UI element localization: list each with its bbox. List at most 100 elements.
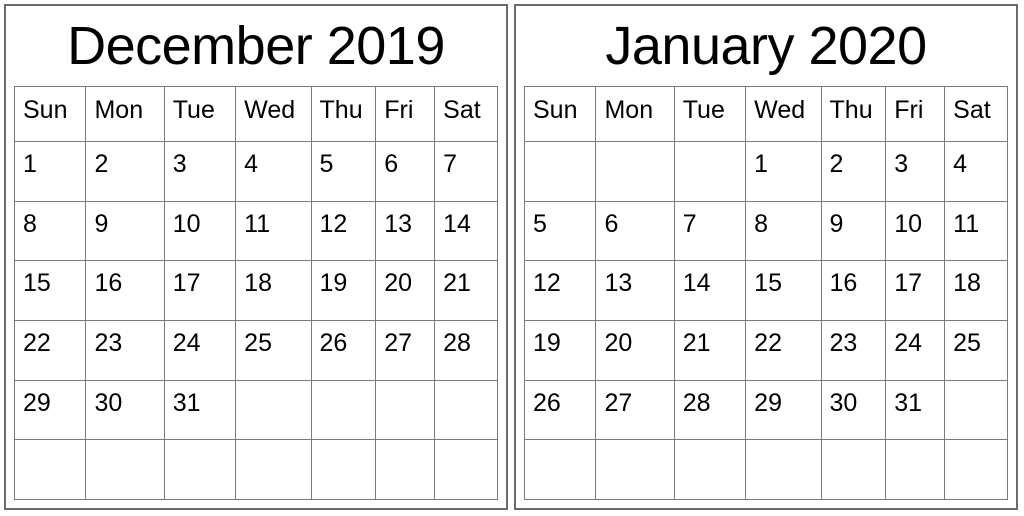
day-cell-empty[interactable] — [673, 439, 747, 500]
day-cell[interactable]: 20 — [375, 260, 436, 321]
weekday-header-sun: Sun — [13, 86, 87, 142]
day-cell[interactable]: 11 — [235, 200, 312, 262]
day-cell[interactable]: 10 — [885, 200, 946, 262]
day-cell[interactable]: 16 — [85, 260, 165, 321]
day-cell-empty[interactable] — [820, 439, 887, 500]
day-cell-empty[interactable] — [595, 439, 675, 500]
day-cell-empty[interactable] — [434, 379, 498, 441]
day-cell[interactable]: 23 — [820, 319, 887, 381]
weekday-header-fri: Fri — [375, 86, 436, 142]
day-cell[interactable]: 4 — [944, 141, 1008, 202]
day-cell[interactable]: 30 — [820, 379, 887, 441]
week-row — [523, 439, 1008, 500]
day-cell[interactable]: 22 — [13, 319, 87, 381]
day-cell[interactable]: 12 — [310, 200, 377, 262]
day-cell[interactable]: 8 — [745, 200, 822, 262]
calendar-grid-december: Sun Mon Tue Wed Thu Fri Sat 1 2 3 4 5 6 … — [13, 86, 498, 500]
day-cell[interactable]: 17 — [163, 260, 237, 321]
day-cell[interactable]: 29 — [13, 379, 87, 441]
day-cell-empty[interactable] — [310, 379, 377, 441]
day-cell[interactable]: 8 — [13, 200, 87, 262]
day-cell-empty[interactable] — [944, 439, 1008, 500]
day-cell[interactable]: 1 — [13, 141, 87, 202]
day-cell[interactable]: 12 — [523, 260, 597, 321]
day-cell[interactable]: 1 — [745, 141, 822, 202]
day-cell-empty[interactable] — [235, 379, 312, 441]
day-cell[interactable]: 6 — [595, 200, 675, 262]
weekday-header-tue: Tue — [163, 86, 237, 142]
day-cell[interactable]: 27 — [595, 379, 675, 441]
day-cell[interactable]: 28 — [434, 319, 498, 381]
day-cell[interactable]: 21 — [673, 319, 747, 381]
day-cell[interactable]: 14 — [673, 260, 747, 321]
calendar-page: December 2019 Sun Mon Tue Wed Thu Fri Sa… — [0, 0, 1024, 516]
day-cell[interactable]: 15 — [13, 260, 87, 321]
day-cell[interactable]: 22 — [745, 319, 822, 381]
day-cell[interactable]: 24 — [885, 319, 946, 381]
week-row: 29 30 31 — [13, 379, 498, 441]
day-cell[interactable]: 27 — [375, 319, 436, 381]
day-cell[interactable]: 4 — [235, 141, 312, 202]
day-cell[interactable]: 2 — [85, 141, 165, 202]
day-cell[interactable]: 20 — [595, 319, 675, 381]
day-cell[interactable]: 25 — [944, 319, 1008, 381]
day-cell[interactable]: 11 — [944, 200, 1008, 262]
day-cell[interactable]: 5 — [310, 141, 377, 202]
day-cell[interactable]: 7 — [673, 200, 747, 262]
day-cell-empty[interactable] — [523, 439, 597, 500]
day-cell[interactable]: 3 — [885, 141, 946, 202]
week-row: 5 6 7 8 9 10 11 — [523, 200, 1008, 262]
day-cell[interactable]: 2 — [820, 141, 887, 202]
day-cell[interactable]: 23 — [85, 319, 165, 381]
day-cell[interactable]: 3 — [163, 141, 237, 202]
day-cell[interactable]: 31 — [163, 379, 237, 441]
day-cell[interactable]: 30 — [85, 379, 165, 441]
day-cell[interactable]: 6 — [375, 141, 436, 202]
weekday-header-thu: Thu — [310, 86, 377, 142]
day-cell[interactable]: 26 — [523, 379, 597, 441]
day-cell[interactable]: 9 — [85, 200, 165, 262]
day-cell-empty[interactable] — [310, 439, 377, 500]
day-cell-empty[interactable] — [944, 379, 1008, 441]
day-cell[interactable]: 13 — [375, 200, 436, 262]
weekday-header-sat: Sat — [944, 86, 1008, 142]
day-cell-empty[interactable] — [85, 439, 165, 500]
weekday-header-wed: Wed — [235, 86, 312, 142]
day-cell-empty[interactable] — [673, 141, 747, 202]
day-cell-empty[interactable] — [745, 439, 822, 500]
day-cell[interactable]: 29 — [745, 379, 822, 441]
day-cell[interactable]: 13 — [595, 260, 675, 321]
calendar-grid-wrapper-january: Sun Mon Tue Wed Thu Fri Sat 1 2 3 4 5 6 … — [516, 86, 1016, 508]
day-cell[interactable]: 24 — [163, 319, 237, 381]
day-cell[interactable]: 21 — [434, 260, 498, 321]
day-cell[interactable]: 17 — [885, 260, 946, 321]
weekday-header-sun: Sun — [523, 86, 597, 142]
day-cell[interactable]: 19 — [310, 260, 377, 321]
day-cell-empty[interactable] — [235, 439, 312, 500]
day-cell[interactable]: 15 — [745, 260, 822, 321]
day-cell-empty[interactable] — [523, 141, 597, 202]
day-cell[interactable]: 18 — [235, 260, 312, 321]
day-cell[interactable]: 7 — [434, 141, 498, 202]
day-cell[interactable]: 28 — [673, 379, 747, 441]
day-cell[interactable]: 9 — [820, 200, 887, 262]
day-cell[interactable]: 16 — [820, 260, 887, 321]
calendar-grid-wrapper-december: Sun Mon Tue Wed Thu Fri Sat 1 2 3 4 5 6 … — [6, 86, 506, 508]
day-cell-empty[interactable] — [163, 439, 237, 500]
day-cell-empty[interactable] — [595, 141, 675, 202]
day-cell-empty[interactable] — [885, 439, 946, 500]
day-cell-empty[interactable] — [375, 379, 436, 441]
day-cell-empty[interactable] — [13, 439, 87, 500]
day-cell-empty[interactable] — [434, 439, 498, 500]
day-cell[interactable]: 5 — [523, 200, 597, 262]
day-cell[interactable]: 26 — [310, 319, 377, 381]
day-cell[interactable]: 10 — [163, 200, 237, 262]
day-cell-empty[interactable] — [375, 439, 436, 500]
day-cell[interactable]: 31 — [885, 379, 946, 441]
day-cell[interactable]: 18 — [944, 260, 1008, 321]
week-row: 1 2 3 4 5 6 7 — [13, 141, 498, 202]
day-cell[interactable]: 14 — [434, 200, 498, 262]
day-cell[interactable]: 19 — [523, 319, 597, 381]
week-row — [13, 439, 498, 500]
day-cell[interactable]: 25 — [235, 319, 312, 381]
